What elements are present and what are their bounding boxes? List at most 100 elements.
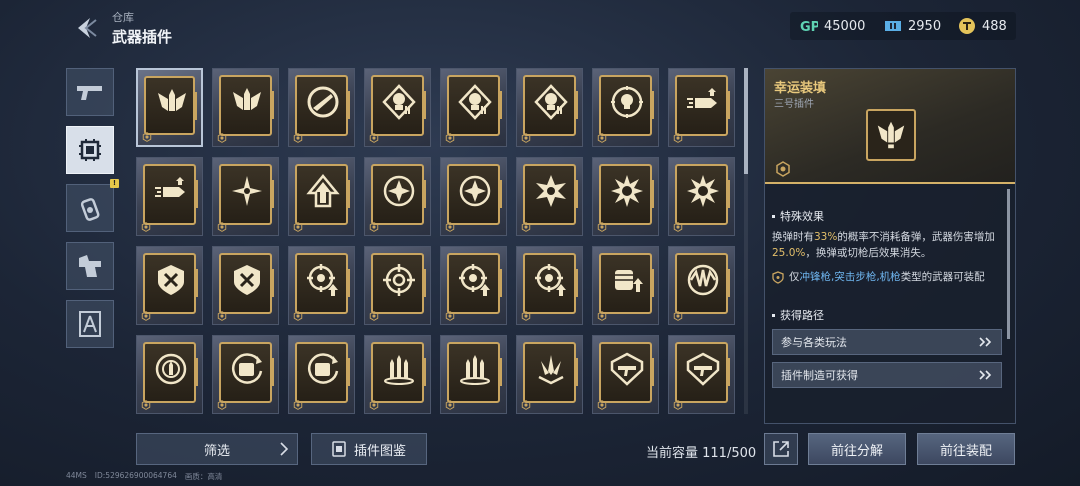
detail-scrollbar[interactable] xyxy=(1007,189,1010,339)
bullet-wings-icon xyxy=(158,89,186,111)
plugin-tier-icon xyxy=(597,311,607,321)
plugin-tier-icon xyxy=(293,400,303,410)
source-gameplay-button[interactable]: 参与各类玩法 xyxy=(772,329,1002,355)
plugin-tier-icon xyxy=(673,400,683,410)
plugin-slot-15[interactable] xyxy=(592,157,659,236)
ammo-stack-icon xyxy=(460,355,490,385)
plugin-slot-16[interactable] xyxy=(668,157,735,236)
plugin-slot-28[interactable] xyxy=(364,335,431,414)
grid-scrollbar-thumb[interactable] xyxy=(744,68,748,174)
filter-label: 筛选 xyxy=(203,443,230,459)
source-section-title: 获得路径 xyxy=(772,307,824,323)
plugin-slot-1[interactable] xyxy=(136,68,203,147)
plugin-slot-20[interactable] xyxy=(364,246,431,325)
side-tab-armor[interactable] xyxy=(66,242,114,290)
side-tab-character[interactable] xyxy=(66,300,114,348)
plugin-tier-icon xyxy=(293,311,303,321)
skull-ammo-icon xyxy=(458,84,492,120)
source-gameplay-label: 参与各类玩法 xyxy=(781,336,847,349)
shield-info-icon xyxy=(772,271,784,284)
footer-info: 44MS ID:529626900064764 画质：高清 xyxy=(66,471,222,482)
plugin-slot-11[interactable] xyxy=(288,157,355,236)
share-button[interactable] xyxy=(764,433,798,465)
weapon-restriction: 仅冲锋枪,突击步枪,机枪类型的武器可装配 xyxy=(772,270,1004,285)
catalog-book-icon xyxy=(332,441,346,457)
external-link-icon xyxy=(773,441,789,457)
effect-description: 换弹时有33%的概率不消耗备弹，武器伤害增加 25.0%，换弹或切枪后效果消失。 xyxy=(772,229,1004,261)
plugin-slot-2[interactable] xyxy=(212,68,279,147)
plugin-slot-21[interactable] xyxy=(440,246,507,325)
plugin-slot-25[interactable] xyxy=(136,335,203,414)
effect-section-title: 特殊效果 xyxy=(772,208,824,224)
plugin-slot-18[interactable] xyxy=(212,246,279,325)
burst-crosshair-icon xyxy=(536,175,566,207)
plugin-slot-5[interactable] xyxy=(440,68,507,147)
plugin-slot-10[interactable] xyxy=(212,157,279,236)
filter-button[interactable]: 筛选 xyxy=(136,433,298,465)
bullet-wings-icon xyxy=(877,121,905,149)
crosshair-up-icon xyxy=(535,264,566,296)
plugin-tier-icon xyxy=(597,133,607,143)
source-crafting-button[interactable]: 插件制造可获得 xyxy=(772,362,1002,388)
effect-text-3: ，换弹或切枪后效果消失。 xyxy=(805,247,932,259)
plugin-slot-4[interactable] xyxy=(364,68,431,147)
plugin-tier-icon xyxy=(369,311,379,321)
plugin-large-icon xyxy=(866,109,916,161)
plugin-slot-7[interactable] xyxy=(592,68,659,147)
back-button[interactable] xyxy=(66,12,106,44)
plugin-slot-6[interactable] xyxy=(516,68,583,147)
side-tab-items[interactable]: ! xyxy=(66,179,119,232)
chip-plugin-icon xyxy=(79,139,101,161)
plugin-catalog-button[interactable]: 插件图鉴 xyxy=(311,433,427,465)
plugin-tier-icon xyxy=(597,222,607,232)
plugin-slot-30[interactable] xyxy=(516,335,583,414)
coin-value: 488 xyxy=(982,18,1007,34)
plugin-slot-32[interactable] xyxy=(668,335,735,414)
plugin-slot-22[interactable] xyxy=(516,246,583,325)
side-tab-weapons[interactable] xyxy=(66,68,114,116)
plugin-grid xyxy=(136,68,736,414)
plugin-slot-27[interactable] xyxy=(288,335,355,414)
plugin-slot-24[interactable] xyxy=(668,246,735,325)
plugin-tier-icon xyxy=(141,311,151,321)
plugin-tier-icon xyxy=(141,222,151,232)
dismantle-button[interactable]: 前往分解 xyxy=(808,433,906,465)
plugin-tier-icon xyxy=(369,222,379,232)
plugin-tier-icon xyxy=(445,311,455,321)
plugin-slot-23[interactable] xyxy=(592,246,659,325)
character-icon xyxy=(79,311,101,337)
plugin-slot-29[interactable] xyxy=(440,335,507,414)
plugin-slot-31[interactable] xyxy=(592,335,659,414)
plugin-tier-icon xyxy=(217,222,227,232)
effect-text-2: 的概率不消耗备弹，武器伤害增加 xyxy=(837,231,995,243)
plugin-tier-icon xyxy=(217,311,227,321)
plugin-tier-icon xyxy=(293,222,303,232)
plugin-slot-26[interactable] xyxy=(212,335,279,414)
latency-text: 44MS xyxy=(66,471,87,480)
bullet-speed-icon xyxy=(155,177,185,197)
plugin-slot-9[interactable] xyxy=(136,157,203,236)
plugin-slot-8[interactable] xyxy=(668,68,735,147)
breadcrumb: 仓库 xyxy=(112,11,134,24)
star-crosshair-icon xyxy=(383,175,415,207)
plugin-slot-12[interactable] xyxy=(364,157,431,236)
effect-highlight-chance: 33% xyxy=(814,231,838,243)
plugin-tier-icon xyxy=(369,133,379,143)
skull-ammo-icon xyxy=(534,84,568,120)
plugin-tier-icon xyxy=(142,132,152,142)
detail-header: 幸运装填 三号插件 xyxy=(765,69,1015,184)
plugin-slot-13[interactable] xyxy=(440,157,507,236)
side-tab-plugins[interactable] xyxy=(66,126,114,174)
plugin-slot-14[interactable] xyxy=(516,157,583,236)
plugin-slot-17[interactable] xyxy=(136,246,203,325)
equip-button[interactable]: 前往装配 xyxy=(917,433,1015,465)
restriction-suffix: 类型的武器可装配 xyxy=(900,271,985,283)
star-compass-icon xyxy=(232,176,262,206)
ticket-value: 2950 xyxy=(908,18,942,34)
notification-badge: ! xyxy=(110,179,119,188)
plugin-slot-3[interactable] xyxy=(288,68,355,147)
restriction-prefix: 仅 xyxy=(789,271,800,283)
plugin-slot-19[interactable] xyxy=(288,246,355,325)
gp-icon: GP xyxy=(800,20,818,34)
grid-scrollbar[interactable] xyxy=(744,68,748,414)
